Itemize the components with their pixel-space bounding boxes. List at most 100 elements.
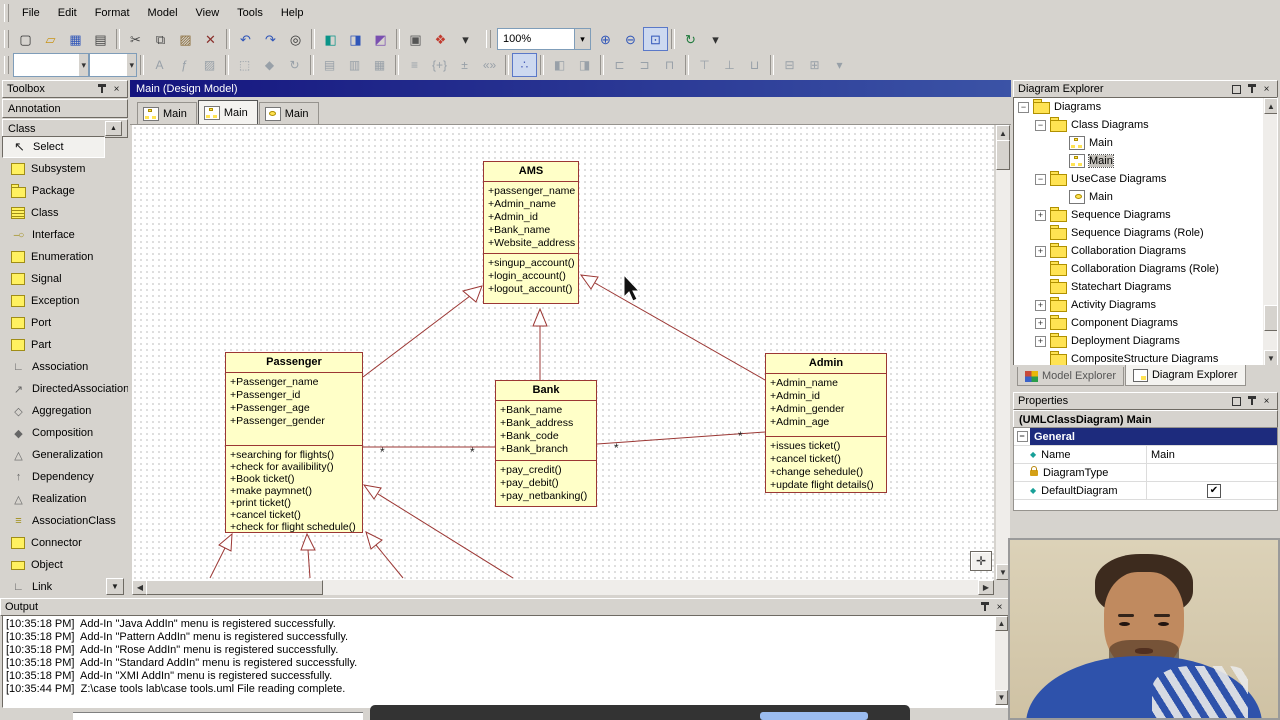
overlay-model-button[interactable]: ◧ [318,27,343,51]
tree-item[interactable]: Diagrams [1014,98,1277,116]
toolbox-item[interactable]: Port [2,312,128,334]
tree-toggle-icon[interactable] [1035,119,1046,131]
toolbar-overflow-button[interactable]: ▾ [703,27,728,51]
tree-scroll-thumb[interactable] [1264,305,1277,331]
menu-item[interactable]: Help [272,3,313,23]
uml-attribute[interactable]: +Passenger_gender [230,415,362,428]
uml-operation[interactable]: +cancel ticket() [230,509,362,521]
toolbox-item[interactable]: Enumeration [2,246,128,268]
toolbar-overflow-button[interactable]: ▾ [827,53,852,77]
toolbox-item[interactable]: Realization [2,488,128,510]
property-value[interactable]: Main [1147,449,1277,461]
uml-attribute[interactable]: +Admin_name [770,377,886,390]
tree-item[interactable]: Deployment Diagrams [1014,332,1277,350]
align-left-button[interactable]: ⊏ [607,53,632,77]
fill-color-button[interactable]: ▨ [197,53,222,77]
redo-button[interactable]: ↷ [258,27,283,51]
scroll-down-icon[interactable]: ▼ [1264,350,1277,366]
menu-item[interactable]: View [187,3,229,23]
print-button[interactable]: ▤ [88,27,113,51]
zoom-out-button[interactable]: ⊖ [618,27,643,51]
toolbox-item[interactable]: DirectedAssociation [2,378,128,400]
shape-button[interactable]: ◆ [257,53,282,77]
uml-operation[interactable]: +print ticket() [230,497,362,509]
scroll-up-icon[interactable]: ▲ [995,616,1008,631]
xmi-button[interactable]: ▣ [403,27,428,51]
stereotype-display-button[interactable]: ≡ [402,53,427,77]
overlay-diagram-button[interactable]: ◨ [343,27,368,51]
uml-operation[interactable]: +issues ticket() [770,440,886,453]
overlay-profile-button[interactable]: ◩ [368,27,393,51]
font-color-button[interactable]: A [147,53,172,77]
space-horizontal-button[interactable]: ⊟ [777,53,802,77]
scrubber-handle[interactable] [760,712,868,720]
close-icon[interactable]: × [993,601,1006,614]
suppress-attributes-button[interactable]: ▤ [317,53,342,77]
same-size-button[interactable]: ⊔ [742,53,767,77]
pin-icon[interactable] [1245,83,1258,96]
refresh-button[interactable]: ↻ [678,27,703,51]
property-row-diagramtype[interactable]: DiagramType [1014,464,1277,482]
show-guillemet-button[interactable]: «» [477,53,502,77]
uml-attribute[interactable]: +Admin_name [488,198,578,211]
uml-operation[interactable]: +make paymnet() [230,485,362,497]
pin-icon[interactable] [95,83,108,96]
uml-attribute[interactable]: +Bank_name [500,404,596,417]
toolbox-more-icon[interactable]: ▼ [106,578,124,595]
toolbox-item[interactable]: Part [2,334,128,356]
uml-attribute[interactable]: +passenger_name [488,185,578,198]
toolbox-item[interactable]: AssociationClass [2,510,128,532]
uml-attribute[interactable]: +Admin_age [770,416,886,429]
toolbox-item[interactable]: Object [2,554,128,576]
uml-class-bank[interactable]: Bank +Bank_name +Bank_address +Bank_code +B… [495,380,597,507]
open-button[interactable]: ▱ [38,27,63,51]
tab-model-explorer[interactable]: Model Explorer [1017,367,1124,386]
tree-item[interactable]: Class Diagrams [1014,116,1277,134]
tab-diagram-explorer[interactable]: Diagram Explorer [1124,365,1246,386]
tree-item[interactable]: Sequence Diagrams [1014,206,1277,224]
tree-item[interactable]: Collaboration Diagrams [1014,242,1277,260]
align-bottom-button[interactable]: ⊥ [717,53,742,77]
toolbox-item[interactable]: Subsystem [2,158,128,180]
toolbox-item[interactable]: Aggregation [2,400,128,422]
section-scroll-up-icon[interactable]: ▲ [105,121,122,136]
uml-class-admin[interactable]: Admin +Admin_name +Admin_id +Admin_gender +… [765,353,887,493]
maximize-icon[interactable] [1230,395,1243,408]
tree-toggle-icon[interactable] [1035,335,1046,347]
scroll-up-icon[interactable]: ▲ [1264,98,1277,114]
uml-operation[interactable]: +login_account() [488,270,578,283]
uml-attribute[interactable]: +Passenger_age [230,402,362,415]
zoom-in-button[interactable]: ⊕ [593,27,618,51]
uml-attribute[interactable]: +Admin_gender [770,403,886,416]
tree-item[interactable]: Component Diagrams [1014,314,1277,332]
toolbox-item[interactable]: Exception [2,290,128,312]
suppress-literals-button[interactable]: ▦ [367,53,392,77]
delete-button[interactable]: ✕ [198,27,223,51]
tree-item[interactable]: Main [1014,134,1277,152]
uml-operation[interactable]: +pay_debit() [500,477,596,490]
uml-operation[interactable]: +singup_account() [488,257,578,270]
uml-class-ams[interactable]: AMS +passenger_name +Admin_name +Admin_id +… [483,161,579,304]
video-scrubber-overlay[interactable] [370,705,910,720]
toolbox-section-annotation[interactable]: Annotation [2,99,128,118]
collapse-icon[interactable]: − [1016,431,1028,442]
uml-attribute[interactable]: +Passenger_name [230,376,362,389]
show-visibility-button[interactable]: {+} [427,53,452,77]
scroll-down-icon[interactable]: ▼ [995,690,1008,705]
close-icon[interactable]: × [110,83,123,96]
tree-item[interactable]: Activity Diagrams [1014,296,1277,314]
diagram-canvas[interactable]: * * * * AMS +passenger_name +Admin_name +A… [132,125,994,580]
tree-toggle-icon[interactable] [1035,317,1046,329]
tree-scrollbar[interactable]: ▲ ▼ [1263,98,1277,366]
tree-toggle-icon[interactable] [1035,209,1046,221]
toolbox-item[interactable]: Composition [2,422,128,444]
output-log[interactable]: [10:35:18 PM] Add-In "Java AddIn" menu i… [2,615,1009,708]
space-vertical-button[interactable]: ⊞ [802,53,827,77]
uml-operation[interactable]: +logout_account() [488,283,578,296]
tree-item[interactable]: Statechart Diagrams [1014,278,1277,296]
align-right-button[interactable]: ⊐ [632,53,657,77]
select-style-button[interactable]: ⬚ [232,53,257,77]
property-row-defaultdiagram[interactable]: ◆ DefaultDiagram ✔ [1014,482,1277,500]
uml-attribute[interactable]: +Bank_address [500,417,596,430]
tree-toggle-icon[interactable] [1018,101,1029,113]
